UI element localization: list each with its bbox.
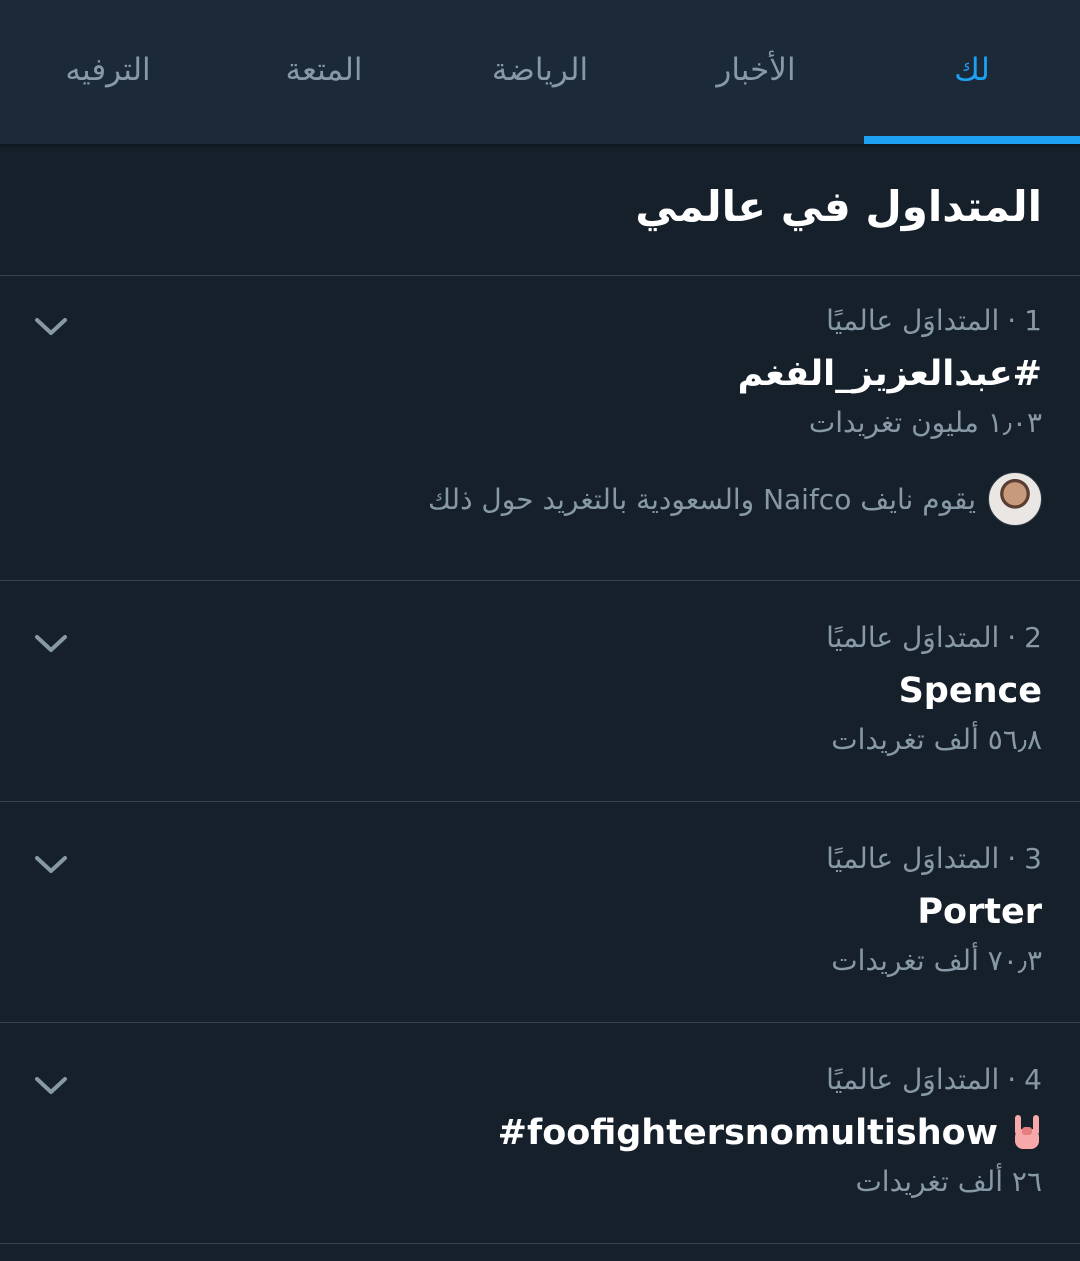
trend-meta: 1 · المتداوَل عالميًا [826,304,1042,337]
trend-context[interactable]: يقوم نايف Naifco والسعودية بالتغريد حول … [428,472,1042,526]
explore-tab-bar: لك الأخبار الرياضة المتعة الترفيه [0,0,1080,144]
meta-separator: · [1007,1063,1017,1096]
trend-rank: 2 [1024,621,1042,654]
trend-name-text: Porter [917,892,1042,932]
trend-name-text: #foofightersnomultishow [497,1113,998,1153]
trend-meta: 2 · المتداوَل عالميًا [826,621,1042,654]
trend-name-text: Spence [898,671,1042,711]
trends-section-header: المتداول في عالمي [0,144,1080,276]
tab-label: الرياضة [491,52,589,88]
trend-name-text: #عبدالعزيز_الفغم [737,354,1042,394]
trend-meta: 4 · المتداوَل عالميًا [826,1063,1042,1096]
trend-rank: 4 [1024,1063,1042,1096]
trend-category: المتداوَل عالميًا [826,621,1000,654]
trend-meta: 3 · المتداوَل عالميًا [826,842,1042,875]
trend-context-text: يقوم نايف Naifco والسعودية بالتغريد حول … [427,482,976,516]
tab-sports[interactable]: الرياضة [432,0,648,144]
tab-label: لك [954,52,990,88]
trend-tweet-count: ١٫٠٣ مليون تغريدات [808,406,1042,439]
meta-separator: · [1007,621,1017,654]
tab-label: الأخبار [716,52,796,88]
meta-separator: · [1007,842,1017,875]
chevron-down-icon[interactable] [34,316,68,338]
trend-category: المتداوَل عالميًا [826,1063,1000,1096]
tab-fun[interactable]: المتعة [216,0,432,144]
active-tab-indicator [864,136,1080,144]
trend-tweet-count: ٢٦ ألف تغريدات [855,1165,1042,1198]
sign-of-the-horns-icon [1015,1115,1039,1149]
trend-tweet-count: ٥٦٫٨ ألف تغريدات [831,723,1042,756]
tab-for-you[interactable]: لك [864,0,1080,144]
chevron-down-icon[interactable] [34,1075,68,1097]
trend-name[interactable]: Spence [899,671,1042,711]
trend-rank: 1 [1024,304,1042,337]
avatar [988,472,1042,526]
meta-separator: · [1007,304,1017,337]
trend-name[interactable]: #foofightersnomultishow [498,1113,1042,1153]
tab-entertainment[interactable]: الترفيه [0,0,216,144]
section-title: المتداول في عالمي [635,182,1042,231]
trend-item[interactable]: 2 · المتداوَل عالميًا Spence ٥٦٫٨ ألف تغ… [0,581,1080,802]
tab-label: الترفيه [65,52,151,88]
chevron-down-icon[interactable] [34,854,68,876]
tab-label: المتعة [285,52,363,88]
trend-item[interactable]: 1 · المتداوَل عالميًا #عبدالعزيز_الفغم ١… [0,276,1080,581]
trend-tweet-count: ٧٠٫٣ ألف تغريدات [831,944,1042,977]
chevron-down-icon[interactable] [34,633,68,655]
trend-category: المتداوَل عالميًا [826,304,1000,337]
trend-name[interactable]: Porter [917,892,1042,932]
trend-item[interactable]: 4 · المتداوَل عالميًا #foofightersnomult… [0,1023,1080,1244]
trend-item[interactable]: 3 · المتداوَل عالميًا Porter ٧٠٫٣ ألف تغ… [0,802,1080,1023]
trend-name[interactable]: #عبدالعزيز_الفغم [738,354,1042,394]
trend-category: المتداوَل عالميًا [826,842,1000,875]
tab-news[interactable]: الأخبار [648,0,864,144]
trend-rank: 3 [1024,842,1042,875]
